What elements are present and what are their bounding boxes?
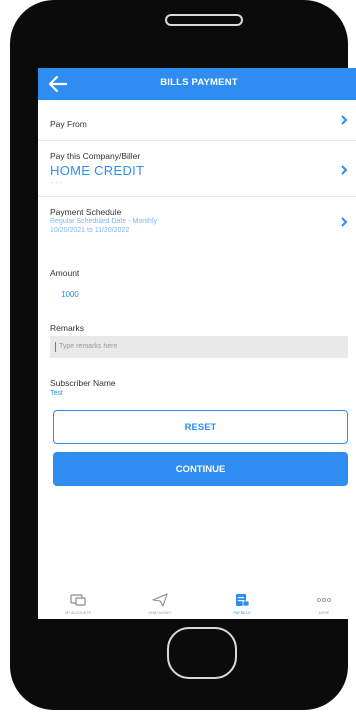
tab-my-accounts[interactable]: MY ACCOUNTS [48, 589, 108, 619]
tab-label: MORE [318, 611, 330, 615]
biller-label: Pay this Company/Biller [50, 151, 141, 161]
biller-value: HOME CREDIT [50, 163, 145, 178]
amount-input[interactable]: 1000 [61, 290, 79, 299]
biller-row[interactable]: Pay this Company/Biller HOME CREDIT - - … [38, 141, 356, 197]
tab-more[interactable]: MORE [294, 589, 354, 619]
chevron-right-icon [341, 165, 348, 175]
reset-button[interactable]: RESET [53, 410, 348, 444]
remarks-label: Remarks [50, 323, 85, 333]
send-icon [152, 593, 168, 607]
page-title: BILLS PAYMENT [160, 77, 238, 88]
schedule-range: 10/20/2021 to 11/20/2022 [50, 227, 130, 234]
home-button[interactable] [167, 627, 237, 679]
tab-send-money[interactable]: SEND MONEY [130, 589, 190, 619]
chevron-right-icon [341, 115, 348, 125]
remarks-input[interactable]: Type remarks here [50, 336, 348, 358]
schedule-frequency: Regular Scheduled Date - Monthly [50, 218, 158, 225]
amount-label: Amount [50, 268, 80, 278]
bills-icon [236, 594, 250, 607]
biller-sub: - - - [51, 180, 62, 187]
remarks-placeholder: Type remarks here [59, 343, 118, 350]
pay-from-label: Pay From [50, 119, 87, 129]
schedule-row[interactable]: Payment Schedule Regular Scheduled Date … [38, 197, 356, 245]
text-cursor [55, 342, 56, 352]
more-icon [317, 598, 331, 602]
app-bar: BILLS PAYMENT [38, 68, 356, 100]
tab-pay-bills[interactable]: PAY BILLS [212, 589, 272, 619]
schedule-label: Payment Schedule [50, 207, 122, 217]
chevron-right-icon [341, 217, 348, 227]
accounts-icon [70, 594, 86, 606]
pay-from-row[interactable]: Pay From [38, 100, 356, 141]
tab-label: SEND MONEY [148, 611, 172, 615]
subscriber-label: Subscriber Name [50, 378, 116, 388]
app-screen: BILLS PAYMENT Pay From Pay this Company/… [38, 68, 356, 619]
tab-label: MY ACCOUNTS [65, 611, 91, 615]
speaker-slot [165, 14, 243, 26]
bottom-tab-bar: MY ACCOUNTS SEND MONEY PAY BILLS MORE [38, 589, 356, 619]
tab-label: PAY BILLS [233, 611, 251, 615]
continue-button[interactable]: CONTINUE [53, 452, 348, 486]
subscriber-value: Test [50, 390, 63, 397]
